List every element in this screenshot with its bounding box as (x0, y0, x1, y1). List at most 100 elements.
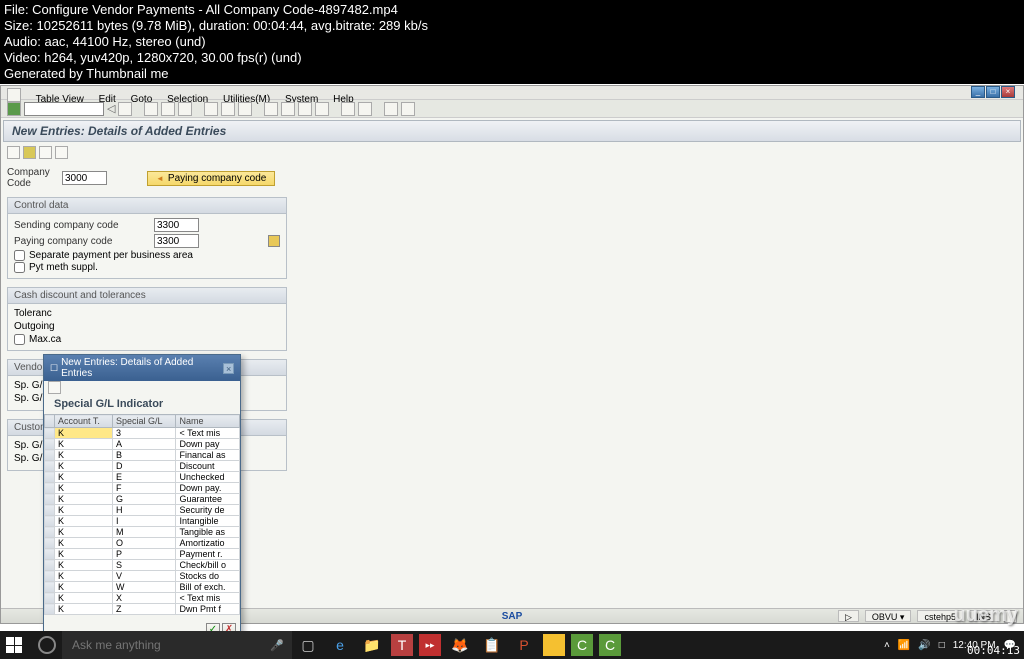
menu-icon[interactable] (7, 88, 21, 102)
special-gl-table: Account T. Special G/L Name K3< Text mis… (44, 414, 240, 615)
search-input[interactable] (62, 631, 292, 659)
table-row[interactable]: KHSecurity de (45, 505, 240, 516)
cortana-icon[interactable] (38, 636, 56, 654)
separate-payment-label: Separate payment per business area (29, 250, 193, 261)
video-timestamp: 00:04:13 (967, 644, 1020, 657)
video-size: Size: 10252611 bytes (9.78 MiB), duratio… (4, 18, 1020, 34)
cash-discount-title: Cash discount and tolerances (8, 288, 286, 304)
powerpoint-icon[interactable]: P (508, 631, 540, 659)
findnext-icon[interactable] (238, 102, 252, 116)
col-name[interactable]: Name (176, 415, 240, 428)
modal-close-button[interactable]: × (223, 363, 234, 374)
modal-section-title: Special G/L Indicator (44, 394, 240, 412)
newsession-icon[interactable] (341, 102, 355, 116)
find-icon[interactable] (221, 102, 235, 116)
table-row[interactable]: KDDiscount (45, 461, 240, 472)
sap-main-window: _ □ × Table View Edit Goto Selection Uti… (0, 85, 1024, 624)
nextpage-icon[interactable] (298, 102, 312, 116)
maxcash-checkbox[interactable] (14, 334, 25, 345)
lastpage-icon[interactable] (315, 102, 329, 116)
save-icon[interactable] (118, 102, 132, 116)
pytmeth-checkbox[interactable] (14, 262, 25, 273)
back-icon[interactable] (144, 102, 158, 116)
table-row[interactable]: KWBill of exch. (45, 582, 240, 593)
ok-icon[interactable] (7, 102, 21, 116)
tray-wifi-icon[interactable]: 📶 (898, 640, 910, 651)
video-audio: Audio: aac, 44100 Hz, stereo (und) (4, 34, 1020, 50)
help-icon[interactable] (384, 102, 398, 116)
minimize-button[interactable]: _ (971, 86, 985, 98)
outgoing-label: Outgoing (14, 321, 55, 332)
cancel-icon[interactable] (178, 102, 192, 116)
tolerance-label: Toleranc (14, 308, 52, 319)
table-row[interactable]: KGGuarantee (45, 494, 240, 505)
table-row[interactable]: KEUnchecked (45, 472, 240, 483)
pytmeth-label: Pyt meth suppl. (29, 262, 98, 273)
notes-icon[interactable]: 📋 (476, 631, 508, 659)
sending-cc-input[interactable] (154, 218, 199, 232)
video-generated: Generated by Thumbnail me (4, 66, 1020, 82)
paying-cc-input[interactable] (154, 234, 199, 248)
company-code-input[interactable] (62, 171, 107, 185)
table-row[interactable]: KZDwn Pmt f (45, 604, 240, 615)
table-row[interactable]: KMTangible as (45, 527, 240, 538)
tb4-icon[interactable] (55, 146, 68, 159)
mic-icon[interactable]: 🎤 (270, 639, 284, 652)
sap-logo: SAP (502, 611, 523, 622)
tb3-icon[interactable] (39, 146, 52, 159)
exit-icon[interactable] (161, 102, 175, 116)
status-tcode[interactable]: OBVU ▾ (865, 610, 912, 622)
camtasia-icon[interactable]: C (571, 634, 593, 656)
taskview-icon[interactable]: ▢ (292, 631, 324, 659)
table-row[interactable]: K3< Text mis (45, 428, 240, 439)
collapse-icon[interactable] (23, 146, 36, 159)
edge-icon[interactable]: e (324, 631, 356, 659)
table-row[interactable]: KIIntangible (45, 516, 240, 527)
control-data-group: Control data Sending company code Paying… (7, 197, 287, 279)
company-code-label: Company Code (7, 167, 62, 189)
layout-icon[interactable] (401, 102, 415, 116)
control-data-title: Control data (8, 198, 286, 214)
status-nav[interactable]: ▷ (838, 610, 859, 622)
col-account-type[interactable]: Account T. (55, 415, 113, 428)
separate-payment-checkbox[interactable] (14, 250, 25, 261)
video-file: File: Configure Vendor Payments - All Co… (4, 2, 1020, 18)
modal-toolbar-icon[interactable] (48, 381, 61, 394)
watermark: uuemy (954, 604, 1018, 627)
tray-up-icon[interactable]: ˄ (884, 640, 890, 651)
col-special-gl[interactable]: Special G/L (112, 415, 176, 428)
print-icon[interactable] (204, 102, 218, 116)
shortcut-icon[interactable] (358, 102, 372, 116)
app1-icon[interactable]: T (391, 634, 413, 656)
firefox-icon[interactable]: 🦊 (444, 631, 476, 659)
menubar: Table View Edit Goto Selection Utilities… (1, 86, 1023, 100)
special-gl-modal: ☐ New Entries: Details of Added Entries … (43, 354, 241, 640)
table-row[interactable]: KVStocks do (45, 571, 240, 582)
app2-icon[interactable]: ▸▸ (419, 634, 441, 656)
paying-company-code-button[interactable]: Paying company code (147, 171, 275, 186)
start-button[interactable] (0, 631, 28, 659)
table-row[interactable]: KPPayment r. (45, 549, 240, 560)
tray-battery-icon[interactable]: □ (939, 640, 945, 651)
table-row[interactable]: KFDown pay. (45, 483, 240, 494)
modal-icon: ☐ (50, 363, 58, 374)
app3-icon[interactable] (543, 634, 565, 656)
sending-cc-label: Sending company code (14, 220, 154, 231)
app5-icon[interactable]: C (599, 634, 621, 656)
expand-icon[interactable] (7, 146, 20, 159)
cash-discount-group: Cash discount and tolerances Toleranc Ou… (7, 287, 287, 351)
explorer-icon[interactable]: 📁 (356, 631, 388, 659)
close-button[interactable]: × (1001, 86, 1015, 98)
firstpage-icon[interactable] (264, 102, 278, 116)
table-row[interactable]: KX< Text mis (45, 593, 240, 604)
prevpage-icon[interactable] (281, 102, 295, 116)
table-row[interactable]: KBFinancal as (45, 450, 240, 461)
table-row[interactable]: KADown pay (45, 439, 240, 450)
table-row[interactable]: KOAmortizatio (45, 538, 240, 549)
maximize-button[interactable]: □ (986, 86, 1000, 98)
detail-icon[interactable] (268, 235, 280, 247)
command-field[interactable] (24, 102, 104, 116)
table-row[interactable]: KSCheck/bill o (45, 560, 240, 571)
video-video: Video: h264, yuv420p, 1280x720, 30.00 fp… (4, 50, 1020, 66)
tray-sound-icon[interactable]: 🔊 (918, 640, 930, 651)
